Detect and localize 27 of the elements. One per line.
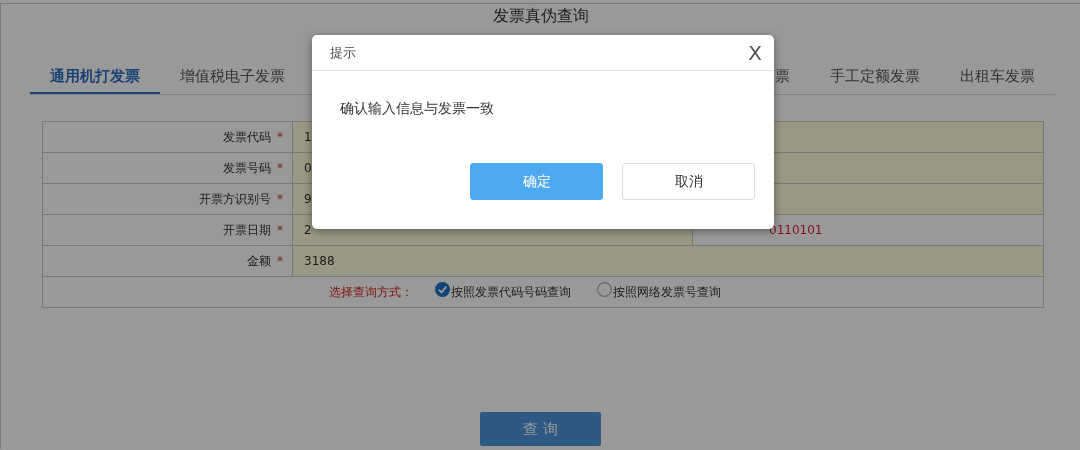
dialog-message: 确认输入信息与发票一致 (339, 99, 495, 118)
radio-label[interactable]: 按照网络发票号查询 (613, 283, 721, 301)
field-label: 开票日期 (223, 221, 271, 239)
date-hint: 0110101 (768, 222, 824, 239)
field-label: 发票号码 (223, 159, 271, 177)
tab[interactable]: 增值税电子发票 (160, 60, 305, 94)
required-mark: * (277, 161, 283, 175)
cancel-button[interactable]: 取消 (622, 163, 755, 200)
required-mark: * (277, 254, 283, 268)
confirm-button[interactable]: 确定 (470, 163, 603, 200)
query-button[interactable]: 查 询 (480, 412, 601, 446)
page-title: 发票真伪查询 (491, 5, 590, 27)
input-field[interactable]: 3188 (293, 246, 1043, 276)
required-mark: * (277, 130, 283, 144)
radio-checked-icon[interactable] (435, 281, 450, 297)
field-label: 开票方识别号 (199, 190, 271, 208)
required-mark: * (277, 223, 283, 237)
field-label: 金额 (247, 252, 271, 270)
field-label: 发票代码 (223, 128, 271, 146)
required-mark: * (277, 192, 283, 206)
tab[interactable]: 通用机打发票 (30, 60, 160, 94)
tab[interactable]: 出租车发票 (940, 60, 1055, 94)
radio-icon[interactable] (597, 281, 612, 297)
radio-label[interactable]: 按照发票代码号码查询 (451, 283, 571, 301)
dialog-title: 提示 (330, 43, 356, 62)
query-mode-label: 选择查询方式： (329, 283, 413, 301)
tab[interactable]: 手工定额发票 (810, 60, 940, 94)
